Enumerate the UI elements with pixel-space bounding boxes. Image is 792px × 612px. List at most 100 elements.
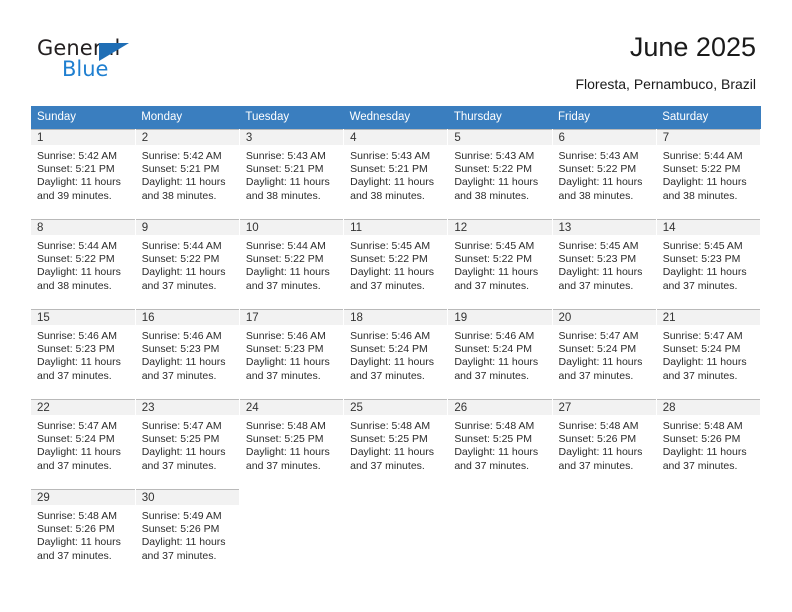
- daylight-text: Daylight: 11 hours: [454, 446, 539, 459]
- sunrise-text: Sunrise: 5:46 AM: [245, 330, 326, 342]
- sunrise-text: Sunrise: 5:48 AM: [558, 420, 639, 432]
- day-details: Sunrise: 5:43 AM Sunset: 5:21 PM Daylight:…: [344, 145, 447, 203]
- day-cell: 29 Sunrise: 5:48 AM Sunset: 5:26 PM Dayligh…: [31, 489, 135, 579]
- page-title: June 2025: [629, 32, 756, 62]
- sunrise-text: Sunrise: 5:48 AM: [37, 510, 117, 522]
- sunrise-text: Sunrise: 5:45 AM: [454, 240, 535, 252]
- calendar-day-cell[interactable]: 16 Sunrise: 5:46 AM Sunset: 5:23 PM Dayligh…: [135, 309, 240, 399]
- sunset-text: Sunset: 5:24 PM: [662, 343, 741, 356]
- calendar-day-cell[interactable]: 27 Sunrise: 5:48 AM Sunset: 5:26 PM Dayligh…: [552, 399, 657, 489]
- day-number: 5: [448, 129, 552, 145]
- daylight-text: Daylight: 11 hours: [141, 536, 226, 549]
- day-number: [656, 489, 760, 505]
- day-cell: 25 Sunrise: 5:48 AM Sunset: 5:25 PM Dayligh…: [344, 399, 448, 489]
- day-cell: 21 Sunrise: 5:47 AM Sunset: 5:24 PM Dayligh…: [656, 309, 760, 399]
- day-cell: 24 Sunrise: 5:48 AM Sunset: 5:25 PM Dayligh…: [239, 399, 344, 489]
- day-details: Sunrise: 5:47 AM Sunset: 5:24 PM Daylight:…: [31, 415, 135, 473]
- sunrise-text: Sunrise: 5:44 AM: [141, 240, 222, 252]
- sunset-text: Sunset: 5:23 PM: [141, 343, 220, 356]
- day-details: [344, 505, 447, 510]
- day-details: Sunrise: 5:49 AM Sunset: 5:26 PM Daylight:…: [136, 505, 239, 563]
- day-number: 9: [135, 219, 239, 235]
- day-details: Sunrise: 5:46 AM Sunset: 5:23 PM Daylight:…: [240, 325, 343, 383]
- day-number: 7: [656, 129, 760, 145]
- daylight-text: Daylight: 11 hours: [558, 356, 643, 369]
- calendar-day-cell[interactable]: 9 Sunrise: 5:44 AM Sunset: 5:22 PM Daylight…: [135, 219, 240, 309]
- calendar-day-cell[interactable]: 17 Sunrise: 5:46 AM Sunset: 5:23 PM Dayligh…: [239, 309, 345, 399]
- day-number: 10: [239, 219, 344, 235]
- sunrise-text: Sunrise: 5:43 AM: [245, 150, 326, 162]
- calendar-day-cell[interactable]: 1 Sunrise: 5:42 AM Sunset: 5:21 PM Daylight…: [31, 129, 136, 219]
- day-details: [657, 505, 760, 510]
- daylight-text: and 37 minutes.: [37, 459, 112, 472]
- day-details: Sunrise: 5:45 AM Sunset: 5:22 PM Daylight:…: [344, 235, 447, 293]
- calendar-day-cell[interactable]: 2 Sunrise: 5:42 AM Sunset: 5:21 PM Daylight…: [135, 129, 240, 219]
- empty-day-cell: [448, 489, 552, 579]
- day-cell: 27 Sunrise: 5:48 AM Sunset: 5:26 PM Dayligh…: [552, 399, 656, 489]
- sunset-text: Sunset: 5:24 PM: [37, 433, 115, 446]
- sunrise-text: Sunrise: 5:48 AM: [662, 420, 743, 432]
- daylight-text: Daylight: 11 hours: [245, 356, 330, 369]
- sunrise-text: Sunrise: 5:47 AM: [662, 330, 743, 342]
- calendar-day-cell[interactable]: 13 Sunrise: 5:45 AM Sunset: 5:23 PM Dayligh…: [552, 219, 657, 309]
- sunset-text: Sunset: 5:25 PM: [141, 433, 220, 446]
- calendar-day-cell[interactable]: 19 Sunrise: 5:46 AM Sunset: 5:24 PM Dayligh…: [447, 309, 553, 399]
- empty-day-cell: [656, 489, 760, 579]
- sunrise-text: Sunrise: 5:48 AM: [350, 420, 431, 432]
- calendar-day-cell[interactable]: 10 Sunrise: 5:44 AM Sunset: 5:22 PM Dayligh…: [239, 219, 345, 309]
- day-details: Sunrise: 5:44 AM Sunset: 5:22 PM Daylight:…: [136, 235, 239, 293]
- sunset-text: Sunset: 5:21 PM: [245, 163, 324, 176]
- day-cell: 9 Sunrise: 5:44 AM Sunset: 5:22 PM Daylight…: [135, 219, 239, 309]
- daylight-text: Daylight: 11 hours: [141, 356, 226, 369]
- day-cell: 28 Sunrise: 5:48 AM Sunset: 5:26 PM Dayligh…: [656, 399, 760, 489]
- general-blue-logo[interactable]: General Blue: [37, 36, 237, 86]
- calendar-day-cell[interactable]: 14 Sunrise: 5:45 AM Sunset: 5:23 PM Dayligh…: [656, 219, 762, 309]
- daylight-text: and 38 minutes.: [662, 189, 738, 202]
- calendar-day-cell[interactable]: 15 Sunrise: 5:46 AM Sunset: 5:23 PM Dayligh…: [31, 309, 136, 399]
- calendar-day-cell[interactable]: 11 Sunrise: 5:45 AM Sunset: 5:22 PM Dayligh…: [343, 219, 449, 309]
- calendar-day-cell[interactable]: 5 Sunrise: 5:43 AM Sunset: 5:22 PM Daylight…: [447, 129, 553, 219]
- calendar-day-cell[interactable]: 25 Sunrise: 5:48 AM Sunset: 5:25 PM Dayligh…: [343, 399, 449, 489]
- calendar-day-cell[interactable]: 3 Sunrise: 5:43 AM Sunset: 5:21 PM Daylight…: [239, 129, 345, 219]
- calendar-day-cell[interactable]: 26 Sunrise: 5:48 AM Sunset: 5:25 PM Dayligh…: [447, 399, 553, 489]
- calendar-day-cell[interactable]: 4 Sunrise: 5:43 AM Sunset: 5:21 PM Daylight…: [343, 129, 449, 219]
- sunset-text: Sunset: 5:24 PM: [350, 343, 428, 356]
- calendar-day-cell[interactable]: 20 Sunrise: 5:47 AM Sunset: 5:24 PM Dayligh…: [552, 309, 657, 399]
- daylight-text: and 37 minutes.: [245, 459, 321, 472]
- sunrise-text: Sunrise: 5:47 AM: [141, 420, 222, 432]
- calendar-day-cell[interactable]: 29 Sunrise: 5:48 AM Sunset: 5:26 PM Dayligh…: [31, 489, 136, 579]
- calendar-week-row: 29 Sunrise: 5:48 AM Sunset: 5:26 PM Dayligh…: [31, 489, 762, 579]
- calendar-day-cell[interactable]: 30 Sunrise: 5:49 AM Sunset: 5:26 PM Dayligh…: [135, 489, 240, 579]
- sunset-text: Sunset: 5:24 PM: [454, 343, 532, 356]
- sunrise-text: Sunrise: 5:47 AM: [558, 330, 639, 342]
- day-number: 18: [344, 309, 448, 325]
- calendar-day-cell[interactable]: 6 Sunrise: 5:43 AM Sunset: 5:22 PM Daylight…: [552, 129, 657, 219]
- day-cell: 23 Sunrise: 5:47 AM Sunset: 5:25 PM Dayligh…: [135, 399, 239, 489]
- calendar-day-cell[interactable]: 22 Sunrise: 5:47 AM Sunset: 5:24 PM Dayligh…: [31, 399, 136, 489]
- day-cell: 11 Sunrise: 5:45 AM Sunset: 5:22 PM Dayligh…: [344, 219, 448, 309]
- calendar-day-cell[interactable]: 23 Sunrise: 5:47 AM Sunset: 5:25 PM Dayligh…: [135, 399, 240, 489]
- calendar-day-cell[interactable]: 21 Sunrise: 5:47 AM Sunset: 5:24 PM Dayligh…: [656, 309, 762, 399]
- calendar-header-row-group: Sunday Monday Tuesday Wednesday Thursday…: [31, 106, 761, 129]
- day-number: [239, 489, 344, 505]
- calendar-day-cell[interactable]: 24 Sunrise: 5:48 AM Sunset: 5:25 PM Dayligh…: [239, 399, 345, 489]
- calendar-day-cell[interactable]: 7 Sunrise: 5:44 AM Sunset: 5:22 PM Daylight…: [656, 129, 762, 219]
- daylight-text: and 37 minutes.: [350, 279, 425, 292]
- day-details: Sunrise: 5:45 AM Sunset: 5:23 PM Daylight:…: [657, 235, 760, 293]
- calendar-day-cell[interactable]: 28 Sunrise: 5:48 AM Sunset: 5:26 PM Dayligh…: [656, 399, 762, 489]
- sunrise-text: Sunrise: 5:45 AM: [558, 240, 639, 252]
- day-number: [344, 489, 448, 505]
- calendar-page: General Blue June 2025 Floresta, Pernamb…: [0, 0, 792, 612]
- day-details: Sunrise: 5:46 AM Sunset: 5:24 PM Daylight:…: [448, 325, 551, 383]
- calendar-day-cell[interactable]: 18 Sunrise: 5:46 AM Sunset: 5:24 PM Dayligh…: [343, 309, 449, 399]
- daylight-text: Daylight: 11 hours: [454, 356, 539, 369]
- sunset-text: Sunset: 5:24 PM: [558, 343, 637, 356]
- day-cell: 13 Sunrise: 5:45 AM Sunset: 5:23 PM Dayligh…: [552, 219, 656, 309]
- calendar-day-cell[interactable]: 12 Sunrise: 5:45 AM Sunset: 5:22 PM Dayligh…: [447, 219, 553, 309]
- day-number: 16: [135, 309, 239, 325]
- daylight-text: Daylight: 11 hours: [662, 266, 747, 279]
- calendar-day-cell[interactable]: 8 Sunrise: 5:44 AM Sunset: 5:22 PM Daylight…: [31, 219, 136, 309]
- day-number: 14: [656, 219, 760, 235]
- daylight-text: and 37 minutes.: [37, 549, 112, 562]
- daylight-text: and 37 minutes.: [662, 279, 738, 292]
